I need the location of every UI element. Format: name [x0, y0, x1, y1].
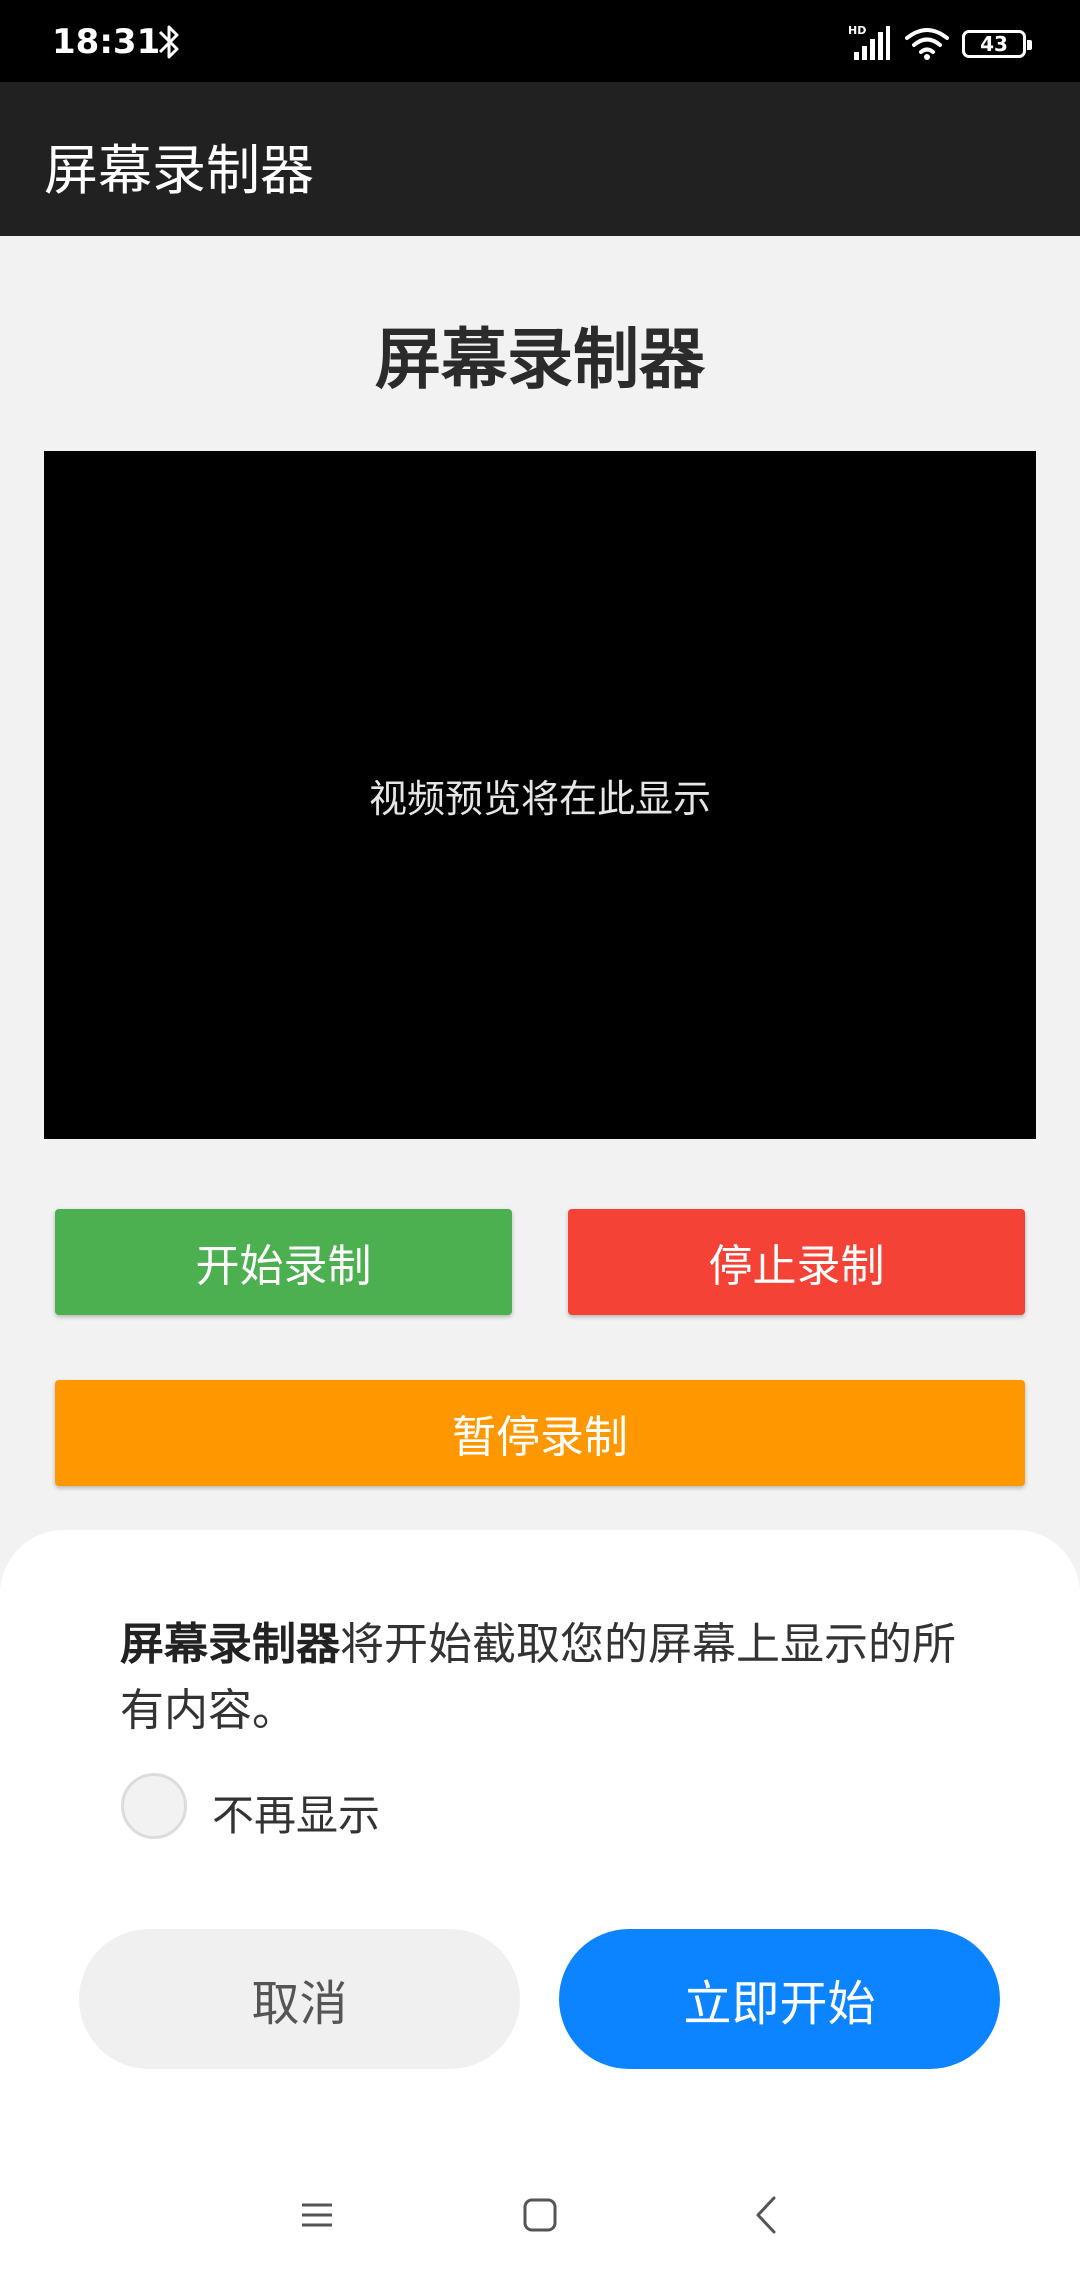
menu-icon[interactable]: [292, 2190, 342, 2240]
app-bar-title: 屏幕录制器: [44, 139, 314, 202]
start-recording-button[interactable]: 开始录制: [55, 1209, 512, 1315]
screen: 18:31 HD 43 屏幕录制器 屏幕录制器 视频预览将在此显示 开始录制 停…: [0, 0, 1080, 2280]
navigation-bar: [0, 2150, 1080, 2280]
dont-show-again-radio[interactable]: [121, 1773, 187, 1839]
back-icon[interactable]: [742, 2190, 792, 2240]
dont-show-again-label[interactable]: 不再显示: [212, 1782, 380, 1843]
stop-recording-button[interactable]: 停止录制: [568, 1209, 1025, 1315]
dialog-app-name: 屏幕录制器: [120, 1619, 340, 1670]
video-preview: 视频预览将在此显示: [44, 451, 1036, 1139]
wifi-icon: [905, 28, 949, 60]
battery-icon: 43: [962, 30, 1032, 58]
pause-recording-button[interactable]: 暂停录制: [55, 1380, 1025, 1486]
status-bar: 18:31 HD 43: [0, 0, 1080, 82]
preview-placeholder-text: 视频预览将在此显示: [368, 776, 711, 821]
dialog-message: 屏幕录制器将开始截取您的屏幕上显示的所有内容。: [120, 1612, 980, 1744]
signal-icon: HD: [848, 24, 890, 60]
bluetooth-icon: [158, 25, 179, 59]
svg-text:HD: HD: [848, 24, 866, 37]
app-bar: 屏幕录制器: [0, 82, 1080, 236]
status-time: 18:31: [52, 22, 161, 62]
cancel-button[interactable]: 取消: [79, 1929, 520, 2069]
home-icon[interactable]: [515, 2190, 565, 2240]
page-title: 屏幕录制器: [375, 321, 705, 398]
start-now-button[interactable]: 立即开始: [559, 1929, 1000, 2069]
